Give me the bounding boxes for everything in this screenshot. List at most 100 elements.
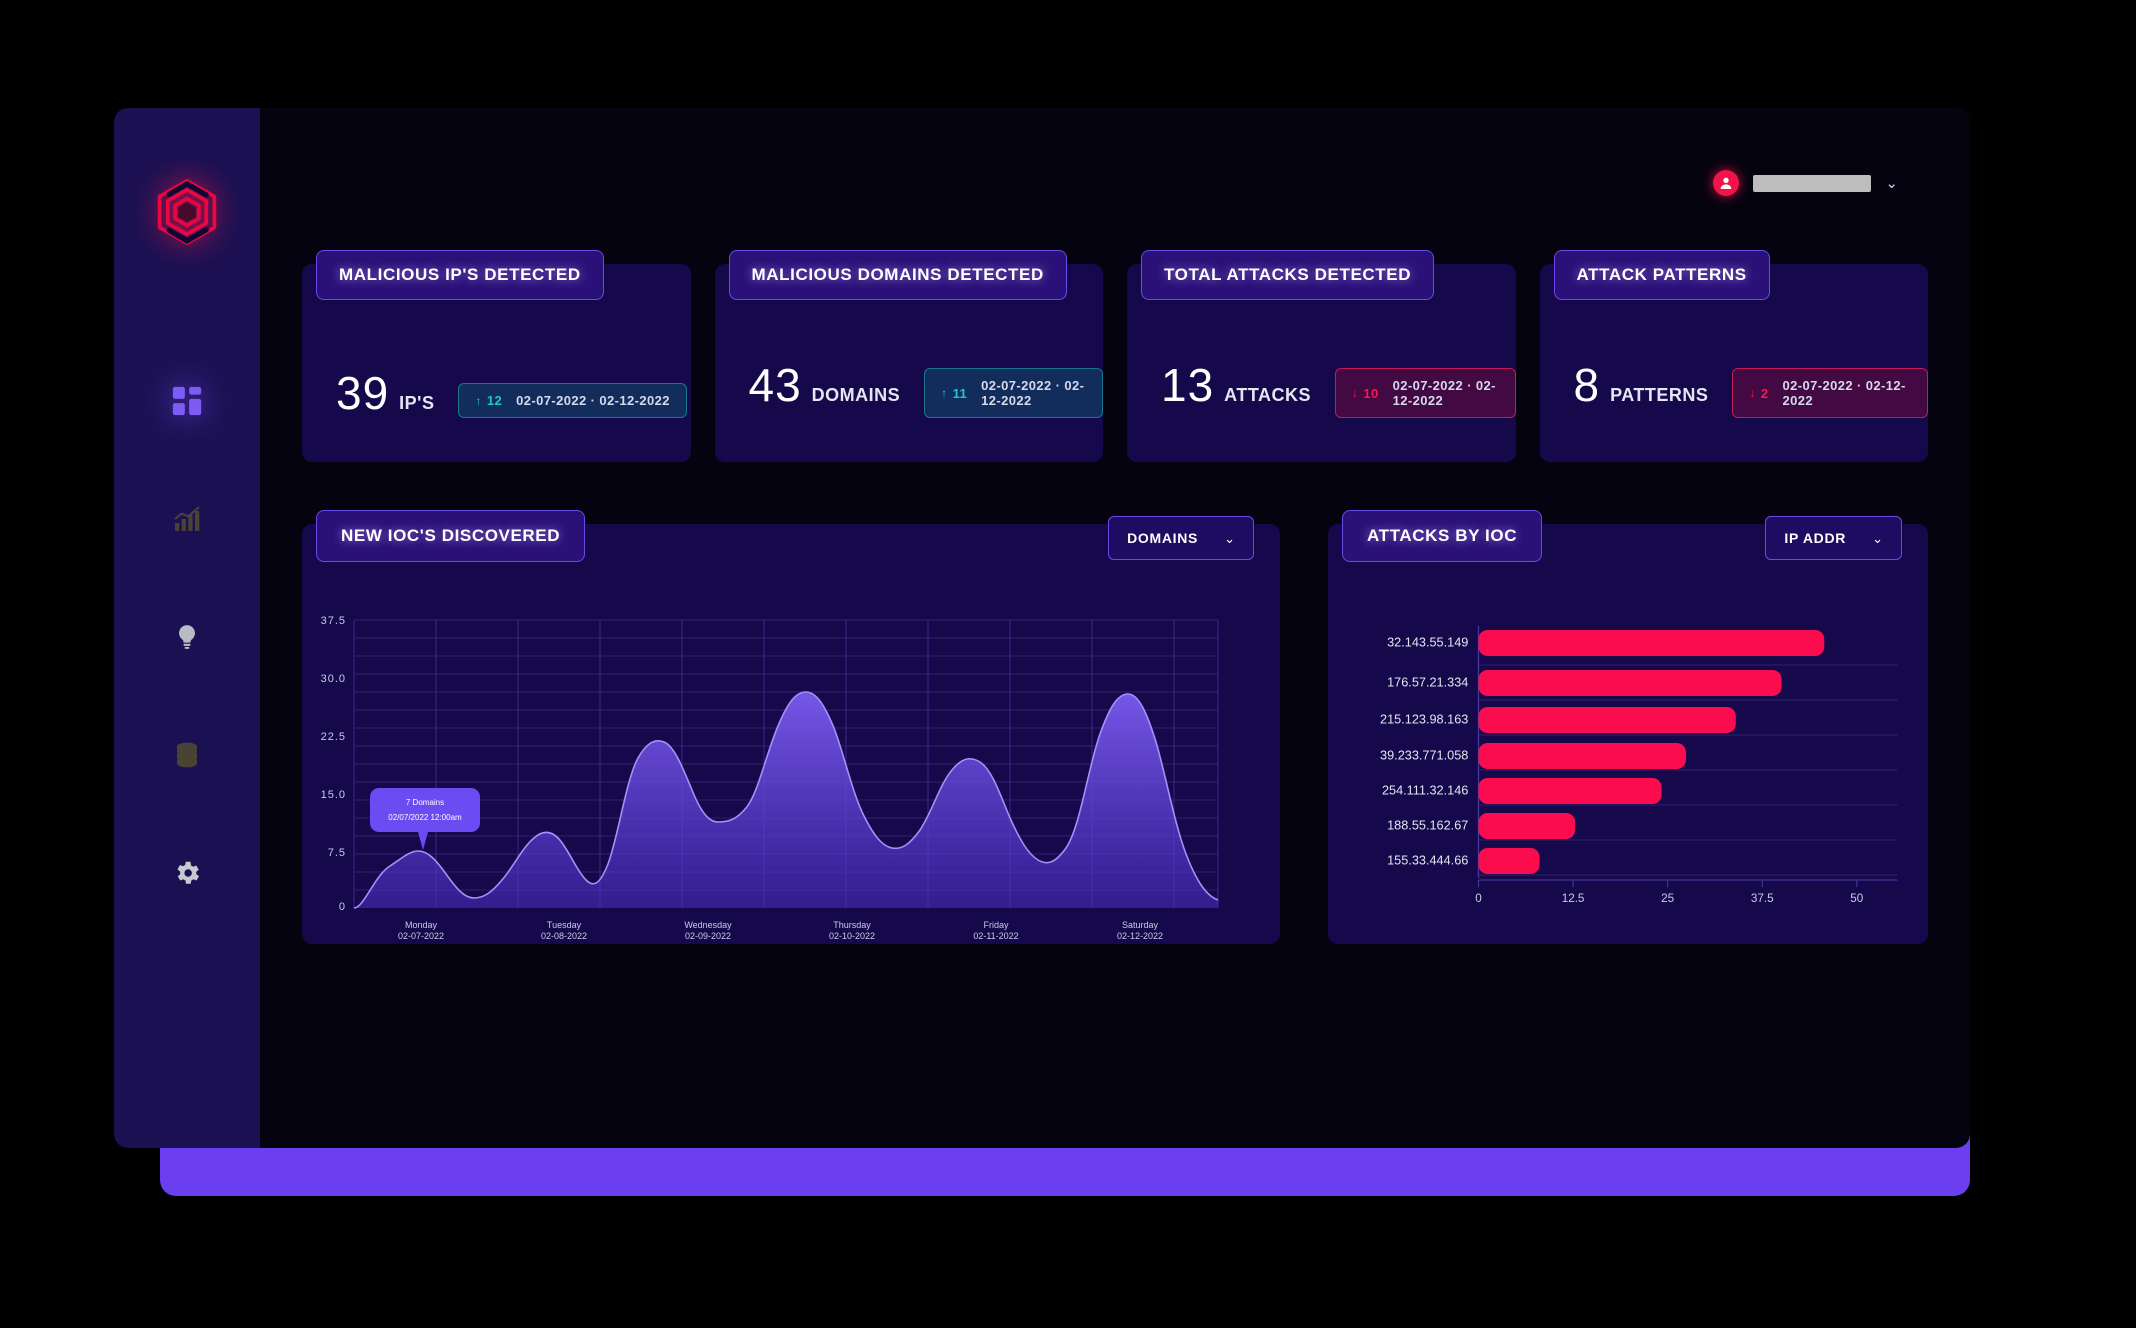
x-tick-day-4: Friday xyxy=(983,920,1009,930)
y-tick-22-5: 22.5 xyxy=(321,731,346,743)
user-avatar-icon xyxy=(1713,170,1740,196)
stat-delta-badge: ↓ 10 02-07-2022 · 02-12-2022 xyxy=(1335,368,1516,418)
stat-unit: ATTACKS xyxy=(1224,385,1311,405)
bar-row xyxy=(1478,848,1540,874)
stat-card-title: MALICIOUS IP'S DETECTED xyxy=(339,265,581,284)
area-chart: 37.5 30.0 22.5 15.0 7.5 0 7 Domains 02/0… xyxy=(321,615,1219,941)
bar-label-2: 215.123.98.163 xyxy=(1380,712,1468,726)
bar-label-5: 188.55.162.67 xyxy=(1387,818,1468,832)
stat-delta-number: 11 xyxy=(952,385,968,401)
app-window: ⌄ MALICIOUS IP'S DETECTED 39 IP'S ↑ 12 0… xyxy=(114,108,1970,1148)
hexagon-spiral-logo-icon xyxy=(157,179,217,245)
stat-value: 13 xyxy=(1161,359,1215,411)
sidebar-item-settings[interactable] xyxy=(154,840,220,906)
stat-card-malicious-ips: MALICIOUS IP'S DETECTED 39 IP'S ↑ 12 02-… xyxy=(302,250,691,462)
stat-card-header: TOTAL ATTACKS DETECTED xyxy=(1141,250,1435,300)
x-tick-37-5: 37.5 xyxy=(1751,893,1774,905)
chevron-down-icon[interactable]: ⌄ xyxy=(1885,176,1898,191)
stat-delta-value: ↑ 11 xyxy=(941,386,967,401)
x-tick-day-0: Monday xyxy=(405,920,438,930)
stat-delta-number: 2 xyxy=(1760,385,1769,401)
panel-title: ATTACKS BY IOC xyxy=(1367,526,1518,545)
stat-card-body: 39 IP'S ↑ 12 02-07-2022 · 02-12-2022 xyxy=(336,366,687,423)
stat-date-range: 02-07-2022 · 02-12-2022 xyxy=(1782,378,1906,408)
panel-row: NEW IOC'S DISCOVERED DOMAINS ⌄ 37.5 30.0… xyxy=(302,510,1928,944)
stat-value: 39 xyxy=(336,366,390,419)
chevron-down-icon: ⌄ xyxy=(1224,530,1235,546)
stat-delta-value: ↓ 2 xyxy=(1749,386,1768,401)
stat-card-header: MALICIOUS DOMAINS DETECTED xyxy=(728,250,1067,300)
stat-delta-badge: ↑ 12 02-07-2022 · 02-12-2022 xyxy=(458,383,687,418)
bar-label-0: 32.143.55.149 xyxy=(1387,635,1468,649)
panel-attacks-by-ioc: ATTACKS BY IOC IP ADDR ⌄ 32.143.55.149 1… xyxy=(1328,510,1928,944)
bar-row xyxy=(1478,813,1576,839)
x-tick-date-0: 02-07-2022 xyxy=(398,931,444,941)
stat-unit: DOMAINS xyxy=(811,385,901,405)
stat-date-range: 02-07-2022 · 02-12-2022 xyxy=(1392,378,1496,408)
screenshot-stage: ⌄ MALICIOUS IP'S DETECTED 39 IP'S ↑ 12 0… xyxy=(0,0,2136,1328)
bar-row xyxy=(1478,778,1662,804)
panel-new-iocs-discovered: NEW IOC'S DISCOVERED DOMAINS ⌄ 37.5 30.0… xyxy=(302,510,1280,944)
bar-chart-icon xyxy=(174,506,200,531)
stat-card-attack-patterns: ATTACK PATTERNS 8 PATTERNS ↓ 2 02-07-202… xyxy=(1539,250,1928,462)
y-tick-30-0: 30.0 xyxy=(321,673,346,685)
x-axis-labels: Monday 02-07-2022 Tuesday 02-08-2022 Wed… xyxy=(398,920,1163,941)
dashboard-grid-icon xyxy=(172,386,202,416)
database-icon xyxy=(177,742,197,768)
sidebar-item-insights[interactable] xyxy=(154,604,220,670)
chart-tooltip: 7 Domains 02/07/2022 12:00am xyxy=(370,788,480,850)
stat-unit: IP'S xyxy=(399,392,435,413)
x-tick-date-1: 02-08-2022 xyxy=(541,931,587,941)
sidebar-item-analytics[interactable] xyxy=(154,486,220,552)
panel-header: NEW IOC'S DISCOVERED xyxy=(316,510,586,562)
y-tick-37-5: 37.5 xyxy=(321,615,346,627)
bar-chart: 32.143.55.149 176.57.21.334 215.123.98.1… xyxy=(1380,626,1898,905)
tooltip-line-1: 7 Domains xyxy=(406,798,444,807)
stat-value: 43 xyxy=(748,359,802,411)
x-tick-day-5: Saturday xyxy=(1122,920,1159,930)
bar-x-axis-labels: 0 12.5 25 37.5 50 xyxy=(1475,893,1863,905)
bar-label-1: 176.57.21.334 xyxy=(1387,675,1468,689)
x-tick-50: 50 xyxy=(1850,893,1863,905)
stat-value: 8 xyxy=(1573,359,1601,411)
panel-header: ATTACKS BY IOC xyxy=(1342,510,1543,562)
arrow-down-icon: ↓ xyxy=(1749,386,1756,400)
dropdown-value: IP ADDR xyxy=(1784,530,1847,546)
stat-card-total-attacks: TOTAL ATTACKS DETECTED 13 ATTACKS ↓ 10 0… xyxy=(1127,250,1516,462)
y-axis-labels: 37.5 30.0 22.5 15.0 7.5 0 xyxy=(321,615,346,913)
arrow-up-icon: ↑ xyxy=(941,386,948,400)
user-menu[interactable]: ⌄ xyxy=(1713,170,1898,196)
sidebar-nav xyxy=(114,368,260,906)
sidebar-item-data[interactable] xyxy=(154,722,220,788)
arrow-down-icon: ↓ xyxy=(1352,386,1359,400)
stat-delta-number: 10 xyxy=(1363,385,1379,401)
stat-date-range: 02-07-2022 · 02-12-2022 xyxy=(516,393,670,408)
y-tick-15-0: 15.0 xyxy=(321,789,346,801)
x-tick-date-4: 02-11-2022 xyxy=(973,931,1018,941)
x-tick-date-2: 02-09-2022 xyxy=(685,931,731,941)
x-tick-day-1: Tuesday xyxy=(547,920,582,930)
sidebar-item-dashboard[interactable] xyxy=(154,368,220,434)
grid-horizontal xyxy=(1478,664,1898,876)
arrow-up-icon: ↑ xyxy=(475,393,482,408)
stat-delta-value: ↑ 12 xyxy=(475,393,502,408)
user-name-label xyxy=(1753,174,1872,192)
dropdown-ioc-type[interactable]: DOMAINS ⌄ xyxy=(1108,516,1254,560)
stat-card-row: MALICIOUS IP'S DETECTED 39 IP'S ↑ 12 02-… xyxy=(302,250,1928,462)
bar-label-3: 39.233.771.058 xyxy=(1380,748,1468,762)
chevron-down-icon: ⌄ xyxy=(1872,530,1883,546)
bar-label-4: 254.111.32.146 xyxy=(1382,783,1468,797)
stat-card-body: 43 DOMAINS ↑ 11 02-07-2022 · 02-12-2022 xyxy=(748,358,1103,422)
dropdown-ioc-field[interactable]: IP ADDR ⌄ xyxy=(1765,516,1902,560)
stat-card-body: 13 ATTACKS ↓ 10 02-07-2022 · 02-12-2022 xyxy=(1161,358,1516,422)
brand-logo[interactable] xyxy=(143,168,231,256)
x-tick-date-3: 02-10-2022 xyxy=(829,931,875,941)
topbar: ⌄ xyxy=(302,108,1928,258)
stat-delta-badge: ↓ 2 02-07-2022 · 02-12-2022 xyxy=(1732,368,1928,418)
bar-series xyxy=(1478,630,1825,874)
bar-chart-container: 32.143.55.149 176.57.21.334 215.123.98.1… xyxy=(1328,608,1928,944)
stat-unit: PATTERNS xyxy=(1610,385,1709,405)
user-glyph-icon xyxy=(1721,177,1732,189)
bar-row xyxy=(1478,707,1736,733)
x-tick-0: 0 xyxy=(1475,893,1482,905)
